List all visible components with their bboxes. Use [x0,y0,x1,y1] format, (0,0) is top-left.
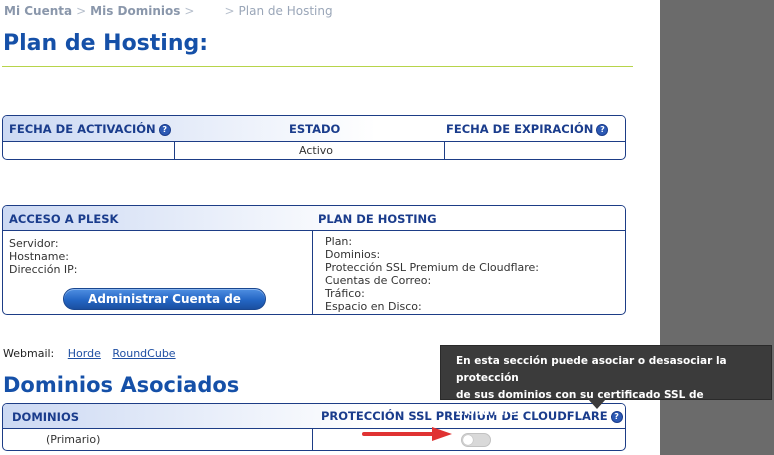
title-divider [2,66,633,67]
label-direccion-ip: Dirección IP: [9,263,78,276]
breadcrumb-separator: > [76,4,87,18]
status-table-header: FECHA DE ACTIVACIÓN? ESTADO FECHA DE EXP… [3,116,625,142]
ssl-toggle[interactable] [461,433,491,447]
webmail-label: Webmail: [3,347,55,360]
header-acceso-plesk: ACCESO A PLESK [9,212,119,226]
column-divider [174,141,175,159]
hosting-info-header: ACCESO A PLESK PLAN DE HOSTING [3,206,625,231]
help-icon[interactable]: ? [158,124,171,136]
tooltip-pointer [588,399,606,409]
webmail-horde-link[interactable]: Horde [68,347,101,360]
label-cuentas-correo: Cuentas de Correo: [325,274,432,287]
header-label: FECHA DE EXPIRACIÓN [446,122,594,136]
header-fecha-activacion: FECHA DE ACTIVACIÓN? [9,122,171,136]
domain-name: (Primario) [46,433,101,446]
status-table: FECHA DE ACTIVACIÓN? ESTADO FECHA DE EXP… [2,115,626,160]
label-plan: Plan: [325,235,353,248]
toggle-knob [463,435,473,445]
breadcrumb-mi-cuenta[interactable]: Mi Cuenta [4,4,72,18]
breadcrumb-mis-dominios[interactable]: Mis Dominios [90,4,180,18]
tooltip-line: de sus dominios con su certificado SSL d… [456,389,704,418]
label-espacio-disco: Espacio en Disco: [325,300,422,313]
breadcrumb-current: Plan de Hosting [238,4,333,18]
page-title: Plan de Hosting: [3,31,209,56]
header-plan-hosting: PLAN DE HOSTING [318,212,437,226]
section-title: Dominios Asociados [3,373,240,397]
header-fecha-expiracion: FECHA DE EXPIRACIÓN? [446,122,609,136]
label-dominios: Dominios: [325,248,381,261]
tooltip-line: En esta sección puede asociar o desasoci… [456,355,727,384]
label-hostname: Hostname: [9,250,69,263]
column-divider [312,230,313,314]
header-estado: ESTADO [289,122,341,136]
ssl-help-tooltip: En esta sección puede asociar o desasoci… [440,345,772,418]
column-divider [312,428,313,450]
hosting-info-table: ACCESO A PLESK PLAN DE HOSTING Servidor:… [2,205,626,315]
breadcrumb: Mi Cuenta > Mis Dominios > > Plan de Hosting [4,4,333,18]
label-ssl-cloudflare: Protección SSL Premium de Cloudflare: [325,261,540,274]
header-dominios: DOMINIOS [12,410,80,424]
breadcrumb-separator: > [224,4,235,18]
header-label: FECHA DE ACTIVACIÓN [9,122,156,136]
breadcrumb-separator: > [184,4,195,18]
label-servidor: Servidor: [9,237,59,250]
help-icon[interactable]: ? [596,124,609,136]
label-trafico: Tráfico: [325,287,365,300]
administrar-cuenta-button[interactable]: Administrar Cuenta de Hosting [63,288,266,314]
column-divider [444,141,445,159]
red-arrow-icon [362,427,452,441]
webmail-row: Webmail: Horde RoundCube [3,347,176,360]
webmail-roundcube-link[interactable]: RoundCube [112,347,175,360]
status-value: Activo [299,144,333,157]
